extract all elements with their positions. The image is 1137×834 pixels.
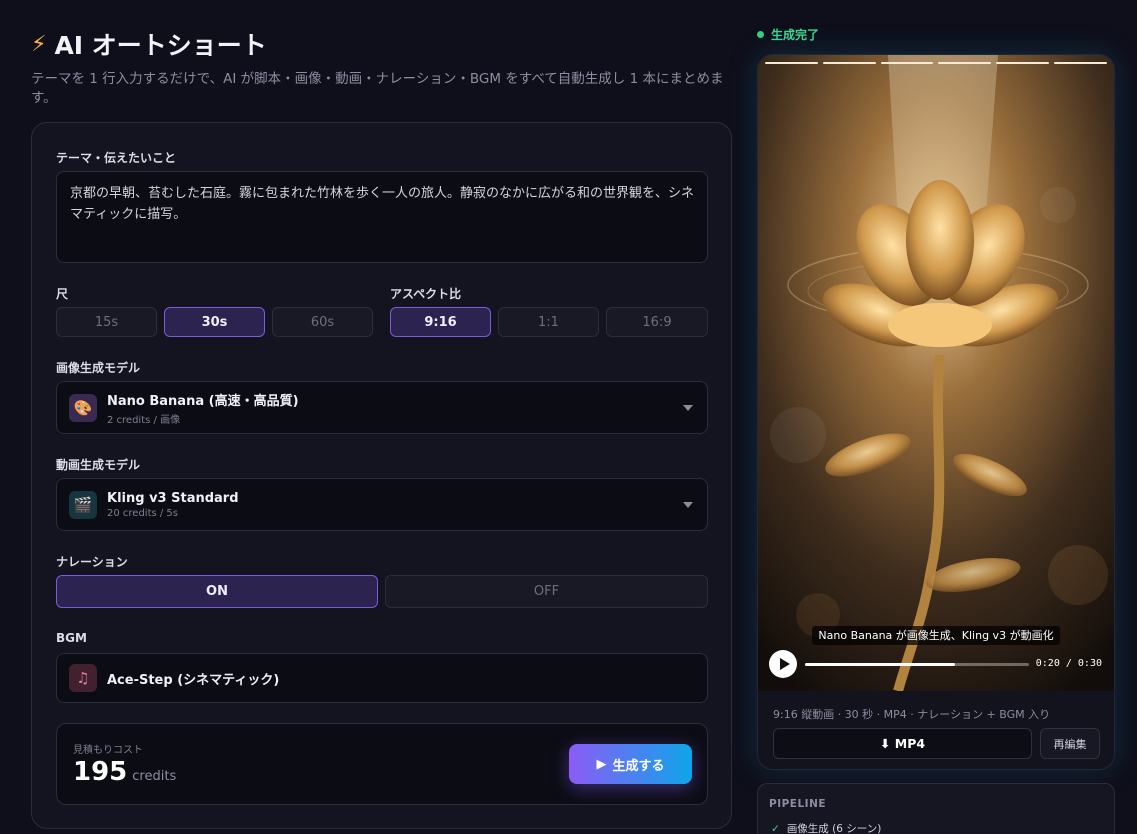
- play-button[interactable]: [769, 650, 797, 678]
- pipeline-item: ✓ 画像生成 (6 シーン): [771, 823, 882, 834]
- video-caption: Nano Banana が画像生成、Kling v3 が動画化: [758, 624, 1114, 645]
- duration-option-60s[interactable]: 60s: [272, 307, 373, 337]
- cost-value: 195: [73, 757, 128, 787]
- aspect-selector: 9:16 1:1 16:9: [390, 307, 708, 337]
- narration-toggle: ON OFF: [56, 575, 708, 608]
- check-icon: ✓: [771, 823, 780, 834]
- video-progress-fill: [805, 663, 956, 666]
- bgm-name: Ace-Step (シネマティック): [107, 672, 280, 688]
- duration-option-30s[interactable]: 30s: [164, 307, 265, 337]
- status-badge: 生成完了: [757, 26, 819, 43]
- music-note-icon: ♫: [69, 664, 97, 692]
- pipeline-panel: PIPELINE ✓ 画像生成 (6 シーン): [757, 783, 1115, 834]
- palette-icon: 🎨: [69, 393, 97, 422]
- clapper-icon: 🎬: [69, 490, 97, 519]
- theme-label: テーマ・伝えたいこと: [56, 151, 177, 165]
- chevron-down-icon: [683, 502, 693, 508]
- cost-unit: credits: [132, 769, 177, 784]
- video-meta: 9:16 縦動画 · 30 秒 · MP4 · ナレーション + BGM 入り: [773, 708, 1051, 721]
- generate-button[interactable]: ▶ 生成する: [569, 744, 692, 784]
- video-scrubber[interactable]: [805, 663, 1029, 666]
- duration-selector: 15s 30s 60s: [56, 307, 373, 337]
- aspect-option-16-9[interactable]: 16:9: [606, 307, 708, 337]
- cost-panel: 見積もりコスト 195 credits ▶ 生成する: [56, 723, 708, 805]
- settings-card: テーマ・伝えたいこと 京都の早朝、苔むした石庭。霧に包まれた竹林を歩く一人の旅人…: [31, 122, 732, 829]
- video-model-cost: 20 credits / 5s: [107, 507, 179, 519]
- image-model-label: 画像生成モデル: [56, 361, 141, 375]
- cost-estimate: 195 credits: [73, 757, 176, 787]
- bgm-select[interactable]: ♫ Ace-Step (シネマティック): [56, 653, 708, 703]
- image-model-cost: 2 credits / 画像: [107, 414, 181, 426]
- aspect-option-1-1[interactable]: 1:1: [498, 307, 599, 337]
- reedit-button[interactable]: 再編集: [1040, 728, 1100, 759]
- aspect-label: アスペクト比: [390, 287, 462, 301]
- video-model-name: Kling v3 Standard: [107, 490, 239, 506]
- narration-on-button[interactable]: ON: [56, 575, 378, 608]
- page-subtitle: テーマを 1 行入力するだけで、AI が脚本・画像・動画・ナレーション・BGM …: [31, 71, 724, 106]
- image-model-name: Nano Banana (高速・高品質): [107, 393, 299, 409]
- play-icon: ▶: [596, 756, 607, 772]
- page-title: ⚡ AI オートショート: [31, 31, 267, 60]
- chevron-down-icon: [683, 405, 693, 411]
- cost-label: 見積もりコスト: [73, 745, 143, 756]
- download-mp4-button[interactable]: ⬇ MP4: [773, 728, 1032, 759]
- aspect-option-9-16[interactable]: 9:16: [390, 307, 491, 337]
- lightning-icon: ⚡: [31, 31, 47, 57]
- header: ⚡ AI オートショート テーマを 1 行入力するだけで、AI が脚本・画像・動…: [31, 26, 731, 108]
- video-model-select[interactable]: 🎬 Kling v3 Standard 20 credits / 5s: [56, 478, 708, 531]
- bgm-label: BGM: [56, 631, 87, 645]
- theme-textarea[interactable]: 京都の早朝、苔むした石庭。霧に包まれた竹林を歩く一人の旅人。静寂のなかに広がる和…: [56, 171, 708, 263]
- video-model-label: 動画生成モデル: [56, 458, 141, 472]
- narration-label: ナレーション: [56, 555, 128, 569]
- image-model-select[interactable]: 🎨 Nano Banana (高速・高品質) 2 credits / 画像: [56, 381, 708, 434]
- pipeline-heading: PIPELINE: [769, 798, 827, 810]
- story-progress-segments: [765, 62, 1107, 64]
- video-frame[interactable]: [758, 55, 1115, 691]
- video-time: 0:20 / 0:30: [1035, 658, 1102, 669]
- status-dot-icon: [757, 31, 764, 38]
- duration-option-15s[interactable]: 15s: [56, 307, 157, 337]
- duration-label: 尺: [56, 287, 69, 301]
- narration-off-button[interactable]: OFF: [385, 575, 708, 608]
- video-preview: Nano Banana が画像生成、Kling v3 が動画化 0:20 / 0…: [757, 54, 1115, 770]
